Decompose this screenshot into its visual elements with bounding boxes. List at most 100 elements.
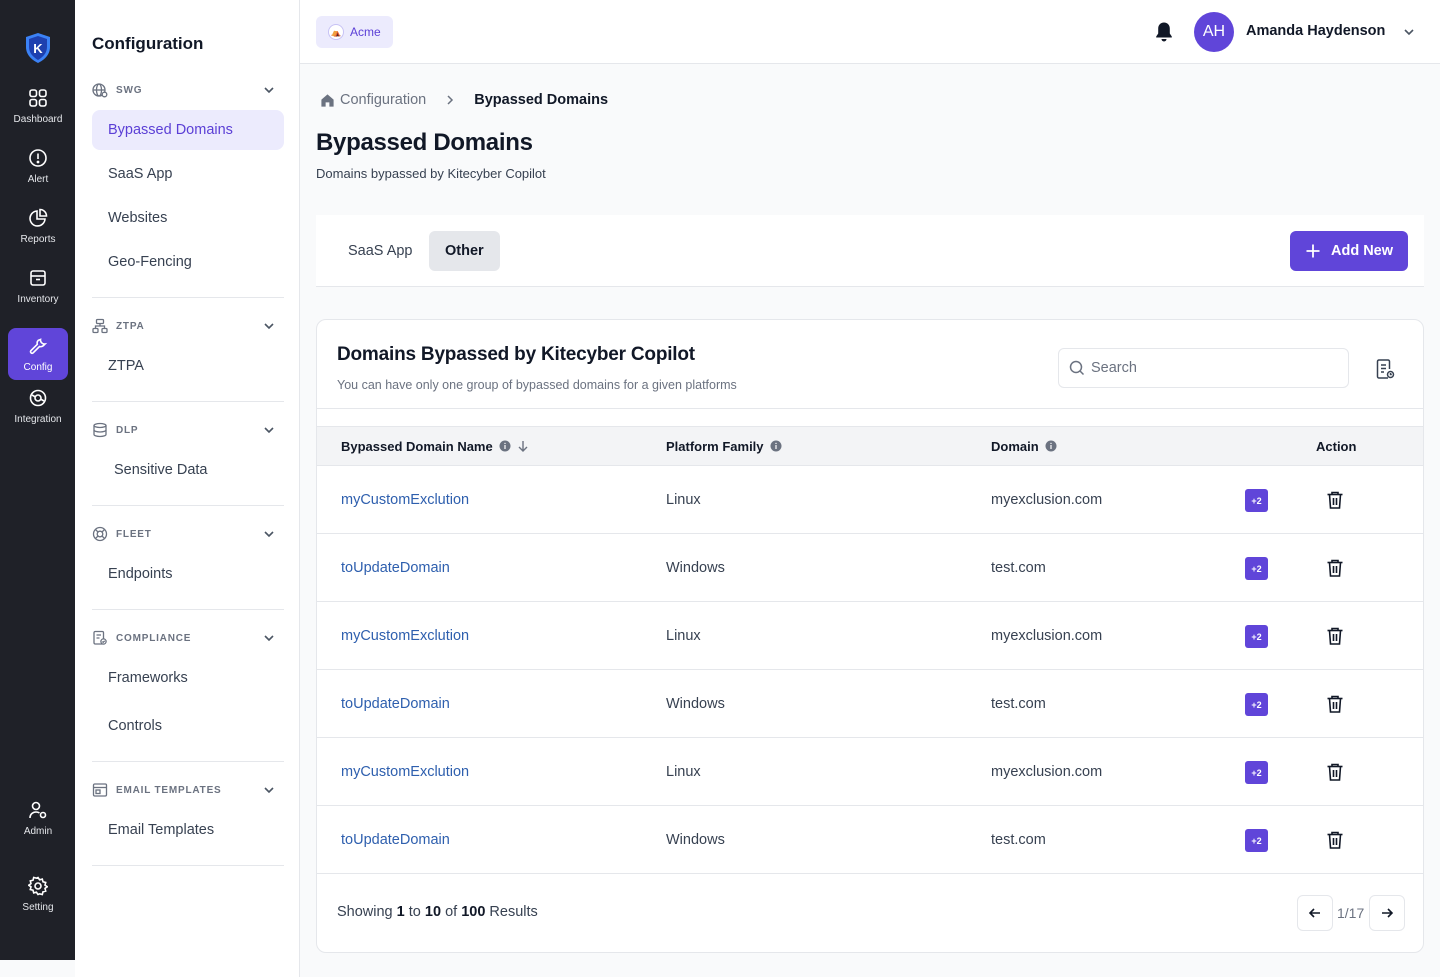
- database-icon: [93, 422, 107, 438]
- next-page-button[interactable]: [1369, 895, 1405, 931]
- kitecyber-logo[interactable]: K: [24, 32, 52, 64]
- org-switcher[interactable]: ⛺ Acme: [316, 16, 393, 48]
- icon-rail: K Dashboard Alert Reports Inventory Conf…: [0, 0, 75, 960]
- column-header-name[interactable]: Bypassed Domain Name: [341, 427, 529, 465]
- chevron-down-icon[interactable]: [262, 319, 276, 333]
- tab-saas-app[interactable]: SaaS App: [332, 231, 429, 271]
- setting-icon: [28, 876, 48, 895]
- user-name[interactable]: Amanda Haydenson: [1246, 23, 1385, 39]
- sidebar-title: Configuration: [92, 34, 204, 53]
- delete-icon[interactable]: [1326, 626, 1344, 646]
- sidebar-item-controls[interactable]: Controls: [92, 706, 284, 746]
- rail-item-config[interactable]: Config: [8, 328, 68, 380]
- sidebar-item-email-templates[interactable]: Email Templates: [92, 810, 284, 850]
- domain-name-link[interactable]: myCustomExclution: [341, 738, 469, 806]
- template-icon: [92, 783, 108, 797]
- avatar[interactable]: AH: [1194, 12, 1234, 52]
- group-header-dlp[interactable]: DLP: [92, 420, 284, 440]
- dashboard-icon: [29, 88, 47, 107]
- more-domains-badge[interactable]: +2: [1245, 557, 1268, 580]
- column-header-platform[interactable]: Platform Family: [666, 427, 782, 465]
- lifebuoy-icon: [92, 526, 108, 542]
- add-new-button[interactable]: Add New: [1290, 231, 1408, 271]
- more-domains-badge[interactable]: +2: [1245, 829, 1268, 852]
- delete-icon[interactable]: [1326, 830, 1344, 850]
- chevron-down-icon[interactable]: [262, 423, 276, 437]
- platform-cell: Linux: [666, 492, 701, 508]
- chevron-down-icon[interactable]: [1402, 25, 1416, 39]
- sidebar-item-geo-fencing[interactable]: Geo-Fencing: [92, 242, 284, 282]
- rail-label: Admin: [23, 825, 53, 837]
- info-icon[interactable]: [1045, 440, 1057, 452]
- group-header-fleet[interactable]: FLEET: [92, 524, 284, 544]
- reports-icon: [29, 208, 48, 227]
- top-header: ⛺ Acme AH Amanda Haydenson: [300, 0, 1440, 64]
- sidebar-item-endpoints[interactable]: Endpoints: [92, 554, 284, 594]
- rail-label: Inventory: [17, 293, 59, 305]
- table-row: toUpdateDomain Windows test.com +2: [317, 806, 1423, 874]
- domain-name-link[interactable]: toUpdateDomain: [341, 670, 450, 738]
- domain-name-link[interactable]: myCustomExclution: [341, 602, 469, 670]
- delete-icon[interactable]: [1326, 762, 1344, 782]
- rail-item-inventory[interactable]: Inventory: [8, 260, 68, 312]
- breadcrumb: Configuration Bypassed Domains: [320, 92, 608, 108]
- info-icon[interactable]: [770, 440, 782, 452]
- prev-page-button[interactable]: [1297, 895, 1333, 931]
- rail-label: Reports: [20, 233, 56, 245]
- chevron-down-icon[interactable]: [262, 527, 276, 541]
- more-domains-badge[interactable]: +2: [1245, 761, 1268, 784]
- group-header-ztpa[interactable]: ZTPA: [92, 316, 284, 336]
- rail-item-integration[interactable]: Integration: [8, 380, 68, 432]
- more-domains-badge[interactable]: +2: [1245, 693, 1268, 716]
- card-title: Domains Bypassed by Kitecyber Copilot: [337, 344, 695, 365]
- sidebar-item-frameworks[interactable]: Frameworks: [92, 658, 284, 698]
- group-header-email-templates[interactable]: EMAIL TEMPLATES: [92, 780, 284, 800]
- more-domains-badge[interactable]: +2: [1245, 625, 1268, 648]
- rail-item-dashboard[interactable]: Dashboard: [8, 80, 68, 132]
- export-report-icon[interactable]: [1375, 358, 1395, 380]
- page-title: Bypassed Domains: [316, 129, 533, 156]
- divider: [92, 865, 284, 866]
- sidebar-item-bypassed-domains[interactable]: Bypassed Domains: [92, 110, 284, 150]
- delete-icon[interactable]: [1326, 490, 1344, 510]
- network-icon: [92, 318, 108, 334]
- rail-item-alert[interactable]: Alert: [8, 140, 68, 192]
- chevron-down-icon[interactable]: [262, 83, 276, 97]
- rail-item-setting[interactable]: Setting: [8, 868, 68, 920]
- domain-name-link[interactable]: toUpdateDomain: [341, 534, 450, 602]
- admin-icon: [29, 801, 47, 818]
- delete-icon[interactable]: [1326, 694, 1344, 714]
- table-row: myCustomExclution Linux myexclusion.com +2: [317, 738, 1423, 806]
- tab-other[interactable]: Other: [429, 231, 500, 271]
- chevron-down-icon[interactable]: [262, 631, 276, 645]
- column-header-domain[interactable]: Domain: [991, 427, 1057, 465]
- domain-cell: test.com: [991, 832, 1046, 848]
- rail-item-reports[interactable]: Reports: [8, 200, 68, 252]
- arrow-right-icon: [1382, 908, 1394, 918]
- search-input[interactable]: [1091, 360, 1331, 376]
- sidebar-item-saas-app[interactable]: SaaS App: [92, 154, 284, 194]
- more-domains-badge[interactable]: +2: [1245, 489, 1268, 512]
- bell-icon[interactable]: [1154, 21, 1174, 43]
- sidebar-item-sensitive-data[interactable]: Sensitive Data: [92, 450, 284, 490]
- sort-arrow-down-icon[interactable]: [517, 440, 529, 452]
- domain-name-link[interactable]: myCustomExclution: [341, 466, 469, 534]
- home-icon[interactable]: [320, 93, 335, 108]
- rail-item-admin[interactable]: Admin: [8, 792, 68, 844]
- group-header-swg[interactable]: SWG: [92, 80, 284, 100]
- delete-icon[interactable]: [1326, 558, 1344, 578]
- svg-text:K: K: [33, 41, 43, 56]
- compliance-icon: [93, 630, 107, 645]
- rail-label: Setting: [22, 901, 54, 913]
- domain-name-link[interactable]: toUpdateDomain: [341, 806, 450, 874]
- search-box[interactable]: [1058, 348, 1349, 388]
- sidebar-item-ztpa[interactable]: ZTPA: [92, 346, 284, 386]
- chevron-right-icon: [447, 95, 454, 105]
- chevron-down-icon[interactable]: [262, 783, 276, 797]
- sidebar-item-websites[interactable]: Websites: [92, 198, 284, 238]
- platform-cell: Windows: [666, 832, 725, 848]
- breadcrumb-parent[interactable]: Configuration: [340, 92, 426, 108]
- org-logo-icon: ⛺: [328, 24, 344, 40]
- group-header-compliance[interactable]: COMPLIANCE: [92, 628, 284, 648]
- info-icon[interactable]: [499, 440, 511, 452]
